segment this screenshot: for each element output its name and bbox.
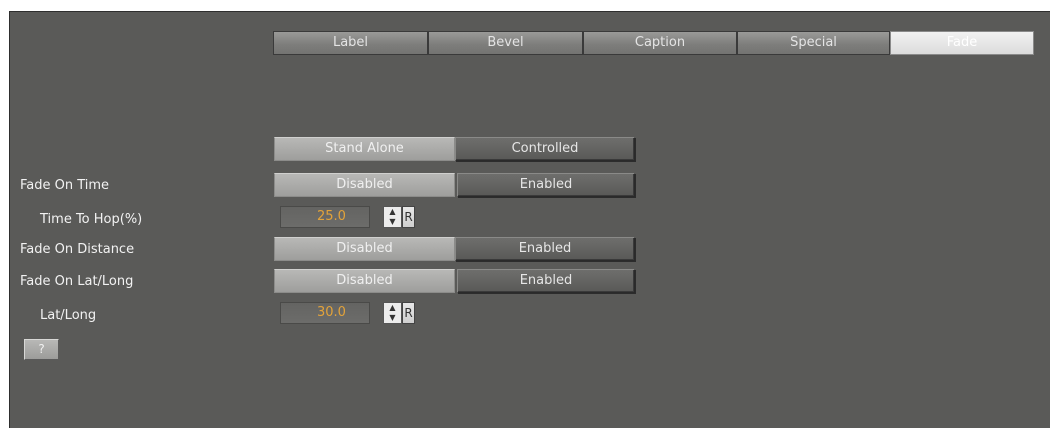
down-arrow-icon[interactable]: ▼ <box>384 313 401 323</box>
latlong-field[interactable]: 30.0 <box>280 302 370 324</box>
time-to-hop-spinner[interactable]: ▲ ▼ <box>383 206 402 228</box>
fade-on-distance-label: Fade On Distance <box>20 242 135 257</box>
latlong-label: Lat/Long <box>40 308 97 323</box>
time-to-hop-reset-button[interactable]: R <box>402 206 415 228</box>
tab-fade[interactable]: Fade <box>890 31 1034 55</box>
controlled-button[interactable]: Controlled <box>455 137 635 161</box>
up-arrow-icon[interactable]: ▲ <box>384 303 401 313</box>
tab-special[interactable]: Special <box>737 31 890 55</box>
help-button[interactable]: ? <box>24 339 59 360</box>
time-to-hop-field[interactable]: 25.0 <box>280 206 370 228</box>
fade-on-latlong-disabled-button[interactable]: Disabled <box>274 269 455 293</box>
stand-alone-button[interactable]: Stand Alone <box>274 137 455 161</box>
tab-bevel[interactable]: Bevel <box>428 31 583 55</box>
tab-label[interactable]: Label <box>273 31 428 55</box>
fade-on-time-label: Fade On Time <box>20 178 110 193</box>
fade-on-time-disabled-button[interactable]: Disabled <box>274 173 455 197</box>
fade-settings-panel: Label Bevel Caption Special Fade Stand A… <box>9 11 1050 428</box>
latlong-spinner[interactable]: ▲ ▼ <box>383 302 402 324</box>
fade-on-time-enabled-button[interactable]: Enabled <box>457 173 635 197</box>
fade-on-distance-enabled-button[interactable]: Enabled <box>455 237 635 261</box>
fade-on-distance-disabled-button[interactable]: Disabled <box>274 237 455 261</box>
fade-on-latlong-enabled-button[interactable]: Enabled <box>457 269 635 293</box>
down-arrow-icon[interactable]: ▼ <box>384 217 401 227</box>
tab-caption[interactable]: Caption <box>583 31 737 55</box>
fade-on-latlong-label: Fade On Lat/Long <box>20 274 134 289</box>
latlong-reset-button[interactable]: R <box>402 302 415 324</box>
up-arrow-icon[interactable]: ▲ <box>384 207 401 217</box>
time-to-hop-label: Time To Hop(%) <box>40 212 143 227</box>
